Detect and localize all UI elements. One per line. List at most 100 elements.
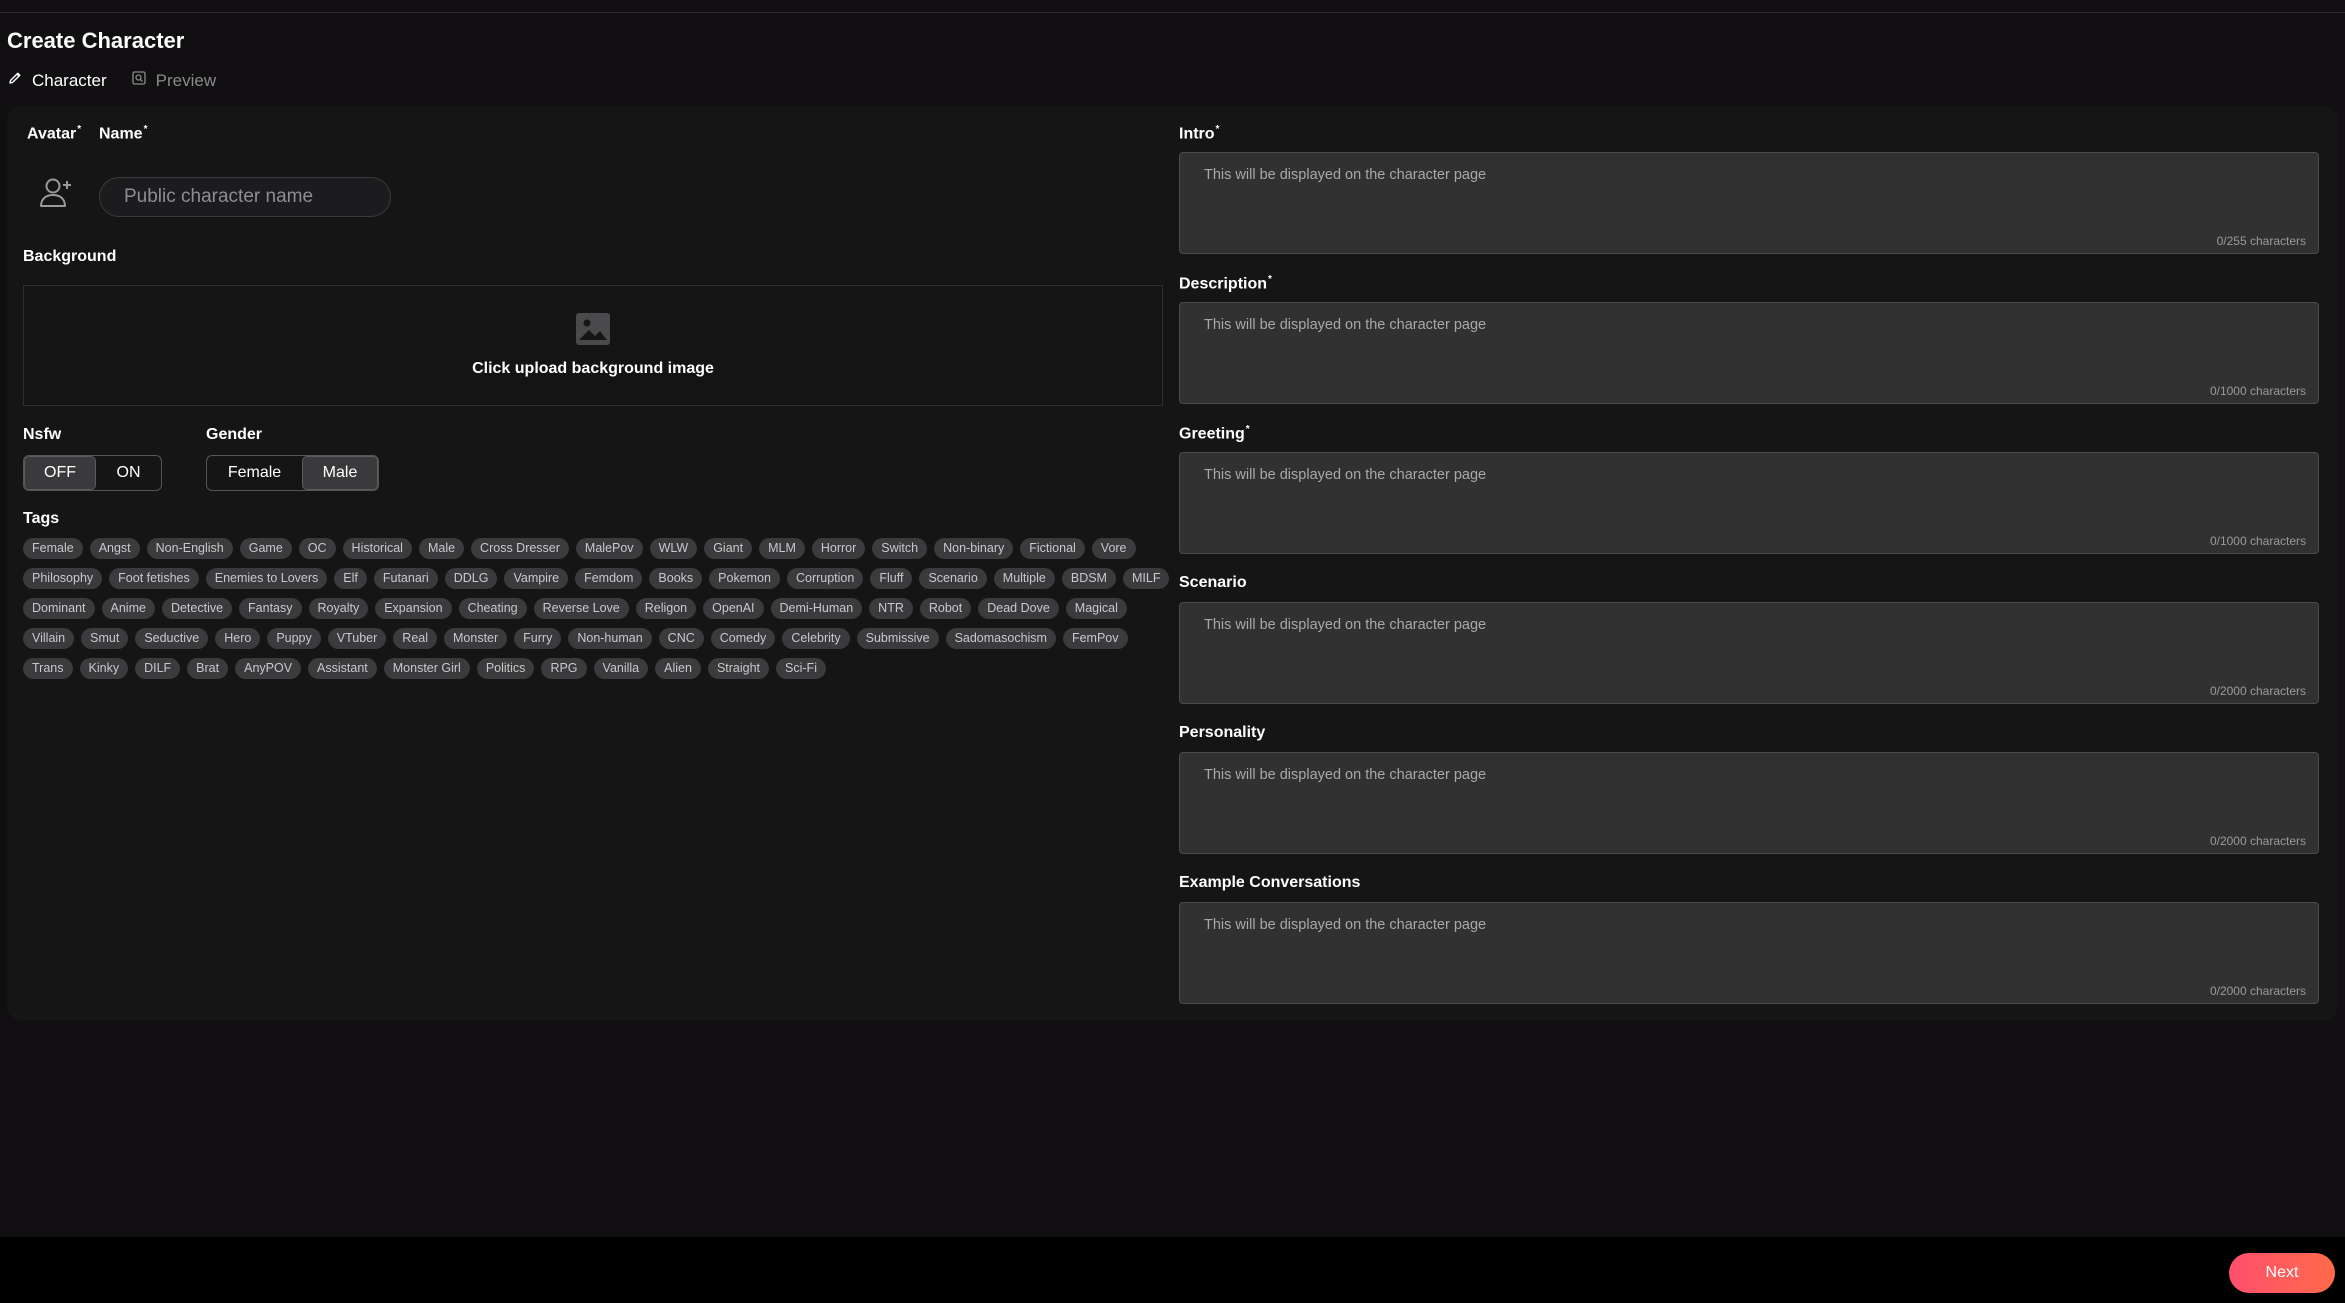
gender-label: Gender <box>206 426 263 443</box>
tag-chip[interactable]: Fluff <box>870 568 913 589</box>
character-counter: 0/2000 characters <box>2209 834 2306 848</box>
tab-character[interactable]: Character <box>7 70 107 91</box>
tag-chip[interactable]: Anime <box>101 598 155 619</box>
tag-chip[interactable]: Expansion <box>375 598 452 619</box>
tag-chip[interactable]: Vanilla <box>593 658 649 679</box>
tag-chip[interactable]: Vampire <box>504 568 569 589</box>
tag-chip[interactable]: Enemies to Lovers <box>205 568 328 589</box>
tag-chip[interactable]: DILF <box>135 658 181 679</box>
tag-chip[interactable]: Trans <box>23 658 73 679</box>
nsfw-on-option[interactable]: ON <box>96 456 161 490</box>
tag-chip[interactable]: NTR <box>869 598 913 619</box>
tag-chip[interactable]: Sadomasochism <box>945 628 1056 649</box>
tag-chip[interactable]: Switch <box>872 538 928 559</box>
tag-chip[interactable]: Royalty <box>308 598 369 619</box>
name-label: Name* <box>99 124 148 143</box>
tag-chip[interactable]: Foot fetishes <box>109 568 199 589</box>
tag-chip[interactable]: BDSM <box>1061 568 1116 589</box>
tag-chip[interactable]: Angst <box>89 538 140 559</box>
tag-chip[interactable]: Corruption <box>786 568 864 589</box>
tag-chip[interactable]: OC <box>298 538 336 559</box>
tag-chip[interactable]: Elf <box>334 568 367 589</box>
tag-chip[interactable]: Celebrity <box>782 628 850 649</box>
top-divider <box>0 12 2345 13</box>
tag-chip[interactable]: Seductive <box>135 628 209 649</box>
tag-chip[interactable]: Robot <box>919 598 972 619</box>
tag-chip[interactable]: Giant <box>704 538 753 559</box>
scenario-textarea[interactable] <box>1180 603 2318 703</box>
tag-chip[interactable]: FemPov <box>1062 628 1128 649</box>
gender-male-option[interactable]: Male <box>302 456 378 490</box>
tag-chip[interactable]: VTuber <box>327 628 387 649</box>
tag-chip[interactable]: RPG <box>541 658 587 679</box>
tag-chip[interactable]: Monster Girl <box>383 658 470 679</box>
greeting-textarea[interactable] <box>1180 453 2318 553</box>
tag-chip[interactable]: Brat <box>187 658 229 679</box>
tag-chip[interactable]: Religon <box>635 598 697 619</box>
tag-chip[interactable]: Straight <box>707 658 770 679</box>
tag-chip[interactable]: WLW <box>649 538 698 559</box>
tag-chip[interactable]: Comedy <box>710 628 776 649</box>
tag-chip[interactable]: Detective <box>161 598 233 619</box>
tag-chip[interactable]: Female <box>23 538 83 559</box>
tag-chip[interactable]: Vore <box>1091 538 1136 559</box>
tag-chip[interactable]: Fantasy <box>239 598 302 619</box>
tag-chip[interactable]: Multiple <box>993 568 1055 589</box>
tag-chip[interactable]: Assistant <box>308 658 377 679</box>
tag-chip[interactable]: Smut <box>81 628 129 649</box>
example-conversations-textarea[interactable] <box>1180 903 2318 1003</box>
tag-chip[interactable]: Monster <box>444 628 508 649</box>
tag-chip[interactable]: Villain <box>23 628 75 649</box>
tag-chip[interactable]: Furry <box>514 628 562 649</box>
tag-chip[interactable]: Sci-Fi <box>776 658 826 679</box>
description-textarea[interactable] <box>1180 303 2318 403</box>
tag-chip[interactable]: Cross Dresser <box>471 538 569 559</box>
nsfw-off-option[interactable]: OFF <box>24 456 96 490</box>
intro-textarea[interactable] <box>1180 153 2318 253</box>
tag-chip[interactable]: OpenAI <box>703 598 764 619</box>
tag-chip[interactable]: Dead Dove <box>978 598 1059 619</box>
avatar-upload-button[interactable] <box>34 172 78 216</box>
add-user-icon <box>38 175 74 214</box>
tags-label: Tags <box>23 510 60 527</box>
tag-chip[interactable]: Kinky <box>79 658 129 679</box>
tag-chip[interactable]: MILF <box>1122 568 1170 589</box>
tag-chip[interactable]: Alien <box>655 658 701 679</box>
tag-chip[interactable]: Hero <box>215 628 261 649</box>
tag-chip[interactable]: MalePov <box>575 538 643 559</box>
tag-chip[interactable]: Male <box>418 538 465 559</box>
tag-chip[interactable]: Futanari <box>373 568 438 589</box>
tag-chip[interactable]: Horror <box>811 538 866 559</box>
tag-chip[interactable]: Magical <box>1065 598 1127 619</box>
tag-chip[interactable]: Cheating <box>458 598 527 619</box>
tag-chip[interactable]: Non-English <box>146 538 233 559</box>
tag-chip[interactable]: Real <box>393 628 438 649</box>
tag-chip[interactable]: Books <box>649 568 703 589</box>
tag-chip[interactable]: Reverse Love <box>533 598 629 619</box>
character-counter: 0/2000 characters <box>2209 984 2306 998</box>
background-upload-area[interactable]: Click upload background image <box>23 285 1163 406</box>
tag-chip[interactable]: Fictional <box>1020 538 1085 559</box>
tab-preview[interactable]: Preview <box>131 70 216 91</box>
tag-chip[interactable]: AnyPOV <box>235 658 302 679</box>
tag-chip[interactable]: Pokemon <box>709 568 780 589</box>
personality-textarea[interactable] <box>1180 753 2318 853</box>
gender-female-option[interactable]: Female <box>207 456 302 490</box>
tag-chip[interactable]: Scenario <box>919 568 987 589</box>
tag-chip[interactable]: MLM <box>759 538 805 559</box>
tag-chip[interactable]: DDLG <box>444 568 498 589</box>
tag-chip[interactable]: Dominant <box>23 598 95 619</box>
tag-chip[interactable]: CNC <box>658 628 704 649</box>
tag-chip[interactable]: Puppy <box>267 628 321 649</box>
tag-chip[interactable]: Game <box>239 538 292 559</box>
tag-chip[interactable]: Historical <box>342 538 412 559</box>
tag-chip[interactable]: Non-human <box>568 628 652 649</box>
next-button[interactable]: Next <box>2229 1253 2335 1293</box>
name-input[interactable] <box>99 177 391 217</box>
tag-chip[interactable]: Submissive <box>856 628 939 649</box>
tag-chip[interactable]: Femdom <box>575 568 643 589</box>
tag-chip[interactable]: Non-binary <box>934 538 1014 559</box>
tag-chip[interactable]: Demi-Human <box>770 598 863 619</box>
tag-chip[interactable]: Politics <box>476 658 535 679</box>
tag-chip[interactable]: Philosophy <box>23 568 103 589</box>
